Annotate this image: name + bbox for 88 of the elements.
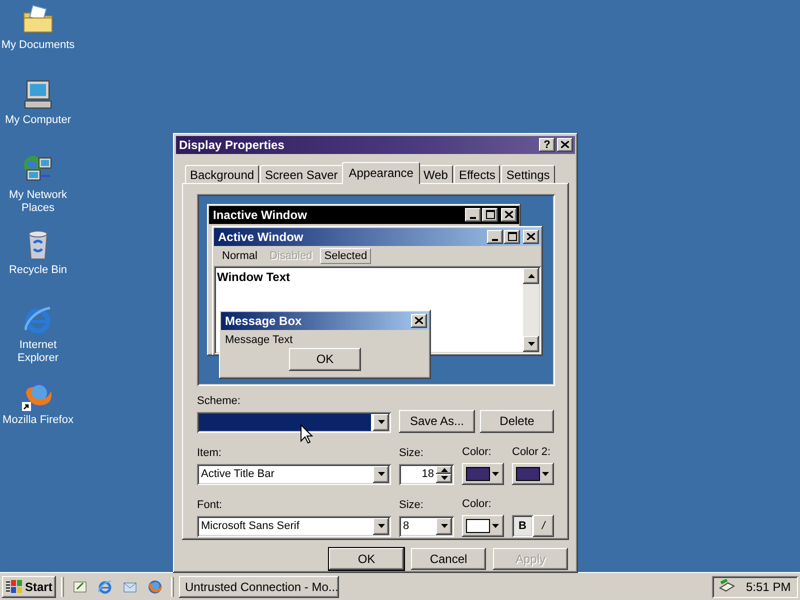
dropdown-button[interactable] <box>436 518 452 535</box>
down-arrow-icon <box>440 476 448 480</box>
start-button[interactable]: Start <box>2 576 56 598</box>
field-label: Size: <box>399 446 424 461</box>
mouse-cursor-icon <box>300 424 313 444</box>
dropdown-button[interactable] <box>373 414 389 431</box>
minimize-icon <box>470 217 476 220</box>
icon-label[interactable]: My Computer <box>1 114 75 127</box>
windows-flag-icon <box>5 578 23 594</box>
desktop-icon <box>72 578 88 594</box>
scroll-down-button[interactable] <box>523 336 539 352</box>
menu-item[interactable]: Normal <box>218 248 262 264</box>
icon-label[interactable]: Mozilla Firefox <box>1 414 75 427</box>
spinner-value: 18 <box>420 467 435 482</box>
save-as-button[interactable]: Save As... <box>399 410 475 433</box>
minimize-icon <box>492 239 498 242</box>
close-icon <box>527 233 535 240</box>
caret-icon <box>492 472 499 476</box>
size-spinner[interactable]: 18 <box>399 464 454 485</box>
bold-button[interactable]: B <box>512 514 533 537</box>
delete-button[interactable]: Delete <box>480 410 554 433</box>
color-picker[interactable] <box>512 462 554 485</box>
down-arrow-icon <box>528 342 534 346</box>
window-title: Display Properties <box>178 138 286 152</box>
spin-down-button[interactable] <box>436 474 452 483</box>
font-size-dropdown[interactable]: 8 <box>399 516 454 537</box>
dialog-button[interactable]: Cancel <box>411 548 486 570</box>
window-text: Window Text <box>216 268 291 286</box>
message-text: Message Text <box>224 332 294 348</box>
icon-label[interactable]: My Network Places <box>1 189 75 215</box>
close-icon <box>505 211 513 218</box>
maximize-icon <box>486 210 494 220</box>
menu-item[interactable]: Selected <box>320 248 372 264</box>
up-arrow-icon <box>528 274 534 278</box>
tab[interactable]: Effects <box>454 164 500 183</box>
caret-icon <box>378 472 384 476</box>
computer-icon <box>22 79 54 111</box>
field-label: Color: <box>462 498 492 512</box>
dropdown-value: Active Title Bar <box>200 467 276 482</box>
caret-icon <box>440 524 448 528</box>
dialog-button[interactable]: OK <box>329 548 404 570</box>
field-label: Font: <box>197 498 224 513</box>
window-title: Message Box <box>224 314 303 328</box>
tab[interactable]: Settings <box>501 164 555 183</box>
clock: 5:51 PM <box>746 580 791 594</box>
dropdown-button[interactable] <box>373 466 389 483</box>
font-dropdown[interactable]: Microsoft Sans Serif <box>197 516 391 537</box>
italic-button[interactable]: / <box>533 514 554 537</box>
caret-icon <box>378 524 384 528</box>
dropdown-value: 8 <box>402 519 410 534</box>
field-label: Scheme: <box>197 394 242 409</box>
icon-label[interactable]: Recycle Bin <box>1 264 75 277</box>
fox-globe-icon <box>147 578 163 594</box>
close-icon <box>415 317 423 324</box>
shortcut-arrow-icon <box>22 402 31 411</box>
color-picker[interactable] <box>462 462 504 485</box>
tab[interactable]: Screen Saver <box>260 164 343 183</box>
field-label: Size: <box>399 498 424 513</box>
dropdown-button[interactable] <box>373 518 389 535</box>
tab[interactable]: Appearance <box>342 162 420 184</box>
color-picker[interactable] <box>462 514 504 537</box>
ok-button[interactable]: OK <box>289 348 361 371</box>
caret-icon <box>542 472 549 476</box>
icon-label[interactable]: Internet Explorer <box>1 339 75 365</box>
field-label: Color: <box>462 446 492 460</box>
caret-icon <box>492 524 499 528</box>
help-button[interactable]: ? <box>539 138 555 152</box>
network-icon <box>718 578 736 594</box>
tab[interactable]: Background <box>185 164 260 183</box>
window-title: Active Window <box>217 230 304 244</box>
field-label: Item: <box>197 446 222 461</box>
up-arrow-icon <box>440 468 448 472</box>
scroll-up-button[interactable] <box>523 268 539 284</box>
icon-label[interactable]: My Documents <box>1 39 75 52</box>
item-dropdown[interactable]: Active Title Bar <box>197 464 391 485</box>
spin-up-button[interactable] <box>436 466 452 474</box>
window-title: Inactive Window <box>212 208 308 222</box>
close-icon <box>561 141 569 148</box>
fox-globe-icon <box>22 379 54 411</box>
caret-icon <box>378 420 384 424</box>
globe-e-icon <box>97 578 113 594</box>
close-button[interactable] <box>557 138 573 152</box>
tab[interactable]: Web <box>418 164 453 183</box>
taskbar-button[interactable]: Untrusted Connection - Mo... <box>179 576 339 598</box>
field-label: Color 2: <box>512 446 552 460</box>
maximize-icon <box>508 232 516 242</box>
scheme-dropdown[interactable] <box>197 412 391 433</box>
dropdown-value: Microsoft Sans Serif <box>200 519 300 534</box>
